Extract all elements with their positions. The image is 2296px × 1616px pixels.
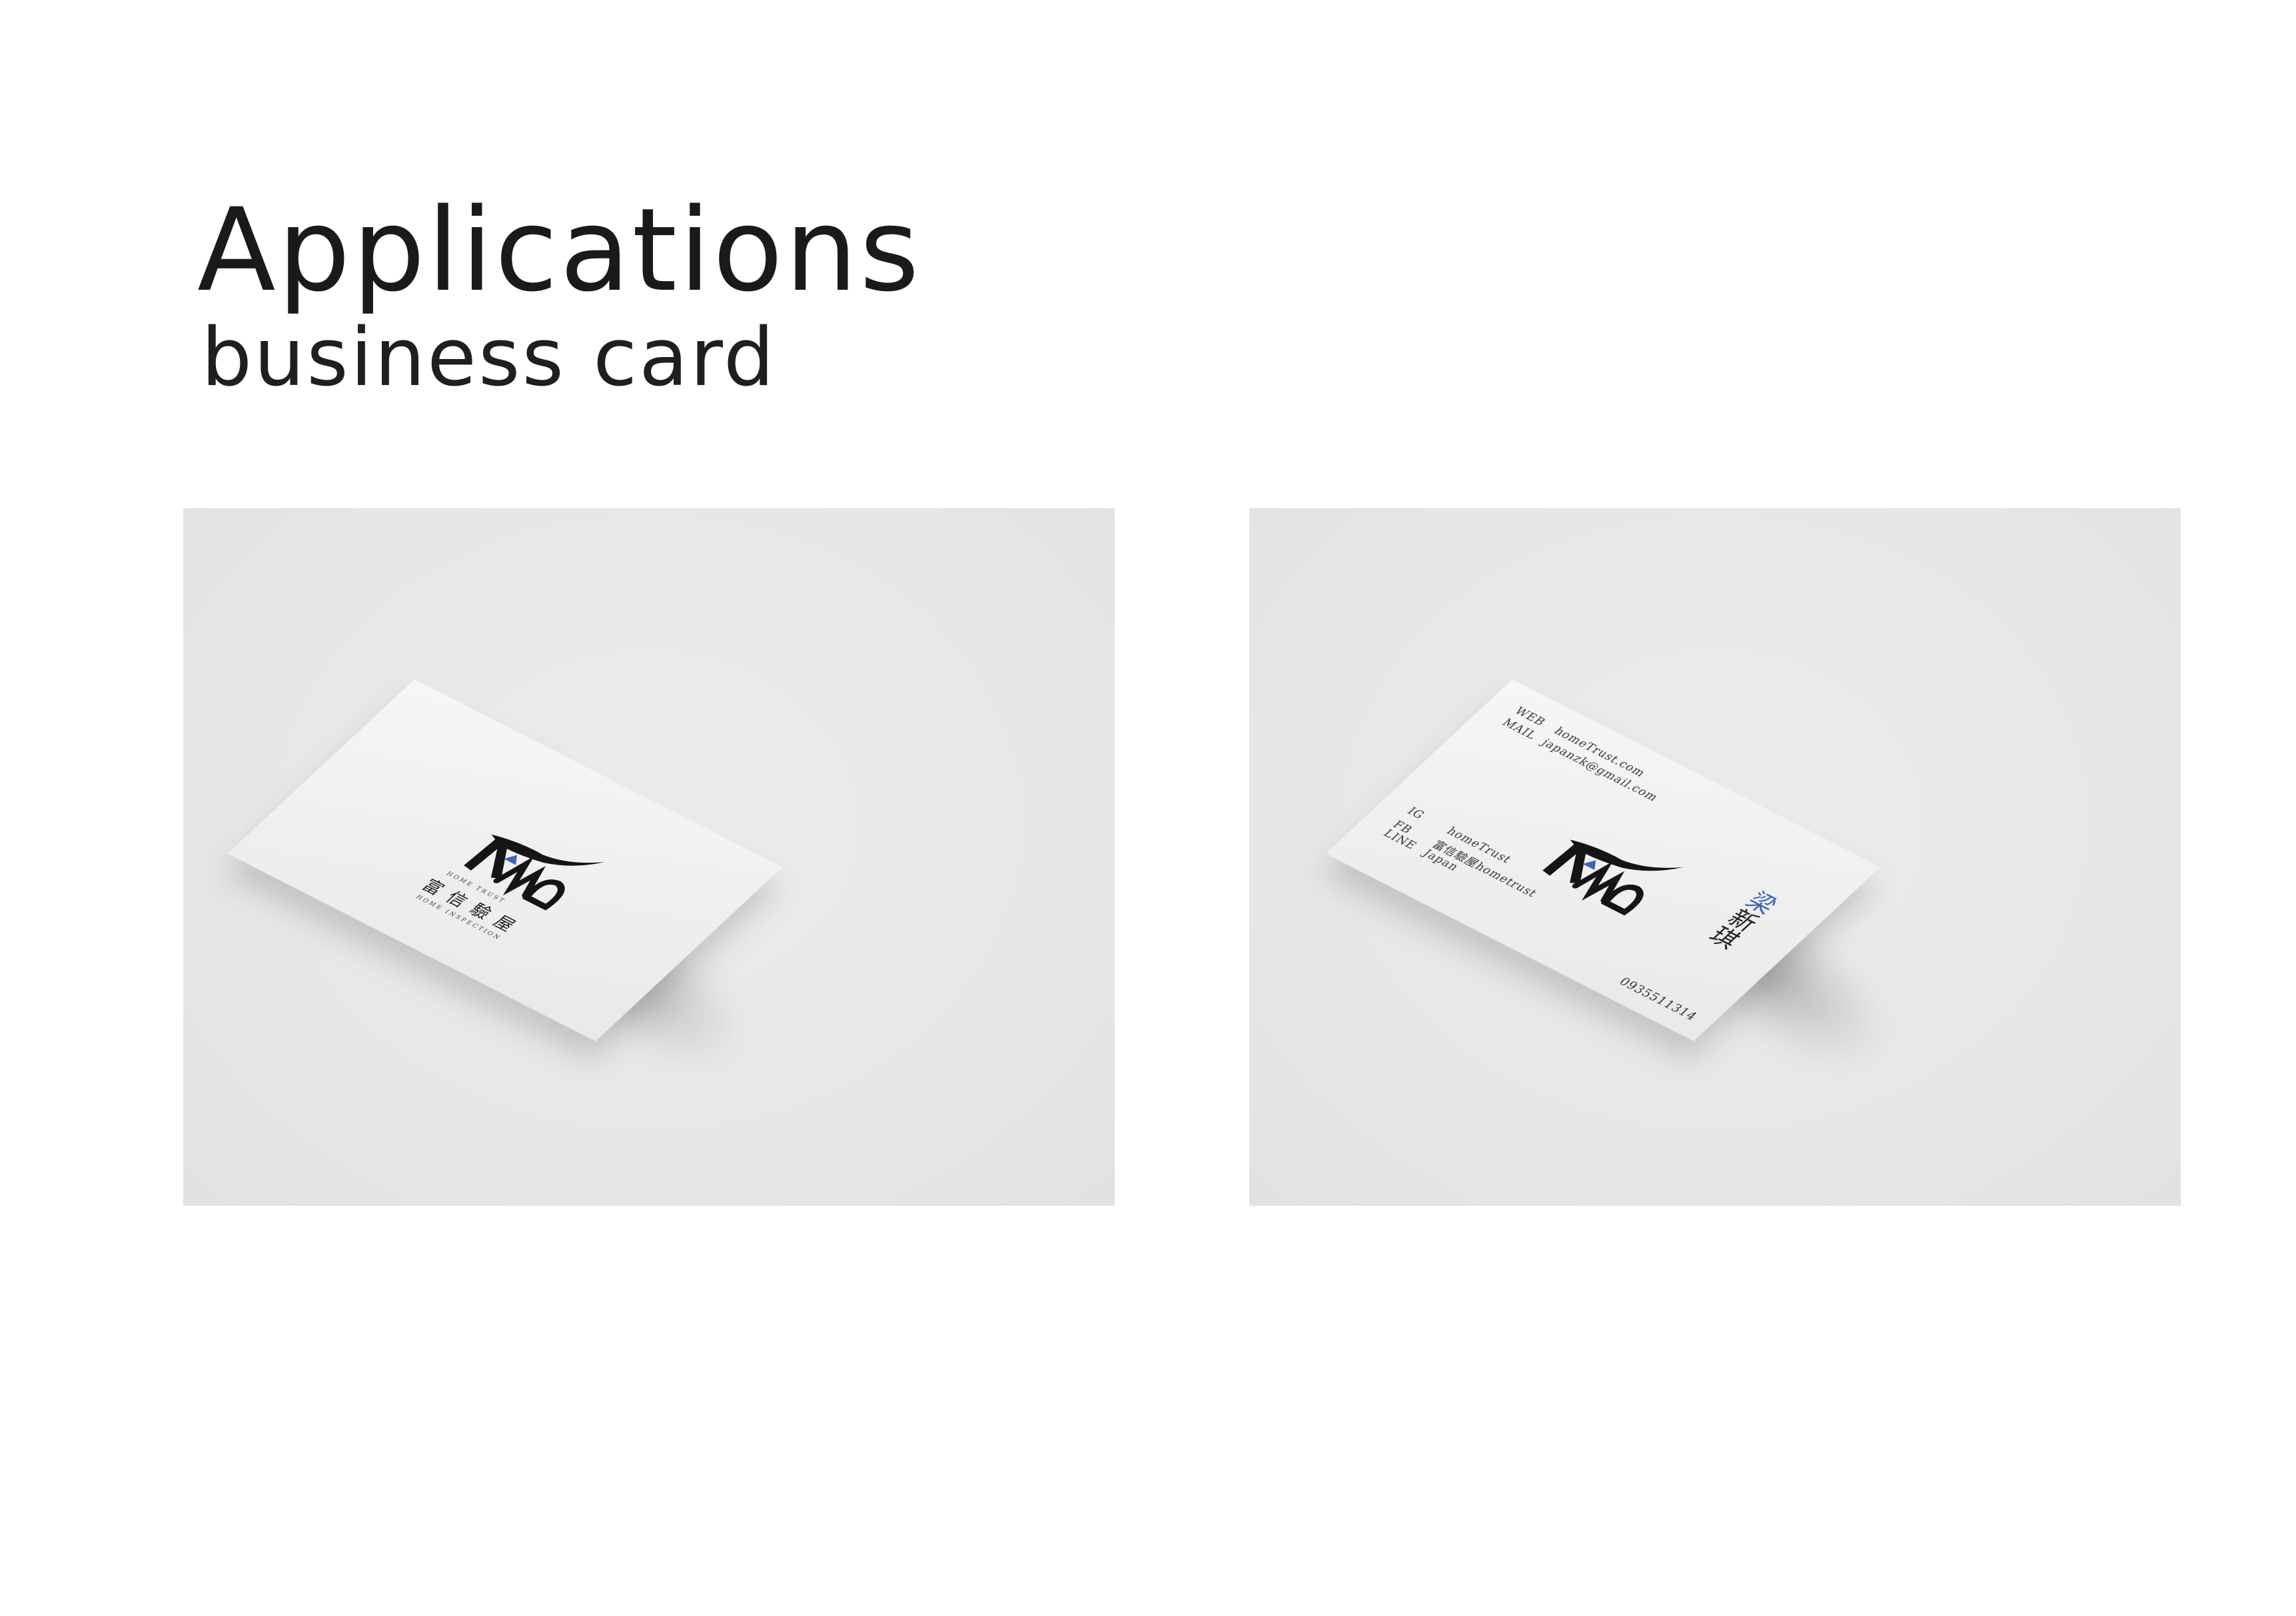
home-trust-brush-logo-icon xyxy=(1512,805,1696,932)
fb-line: FB 富信驗屋hometrust xyxy=(1389,816,1542,900)
page-title: Applications xyxy=(197,183,921,317)
person-given-name: 新琪 xyxy=(1701,903,1764,951)
page-subtitle: business card xyxy=(201,312,777,404)
phone-number: 0935511314 xyxy=(1615,975,1701,1023)
business-card-back-mockup: WEB homeTrust.com MAIL japanzk@gmail.com… xyxy=(1249,508,2181,1206)
mail-line: MAIL japanzk@gmail.com xyxy=(1499,717,1662,804)
person-name: 梁新琪 xyxy=(1696,884,1786,954)
business-card-front-mockup: 富信驗屋 HOME TRUST HOME INSPECTION xyxy=(183,508,1115,1206)
